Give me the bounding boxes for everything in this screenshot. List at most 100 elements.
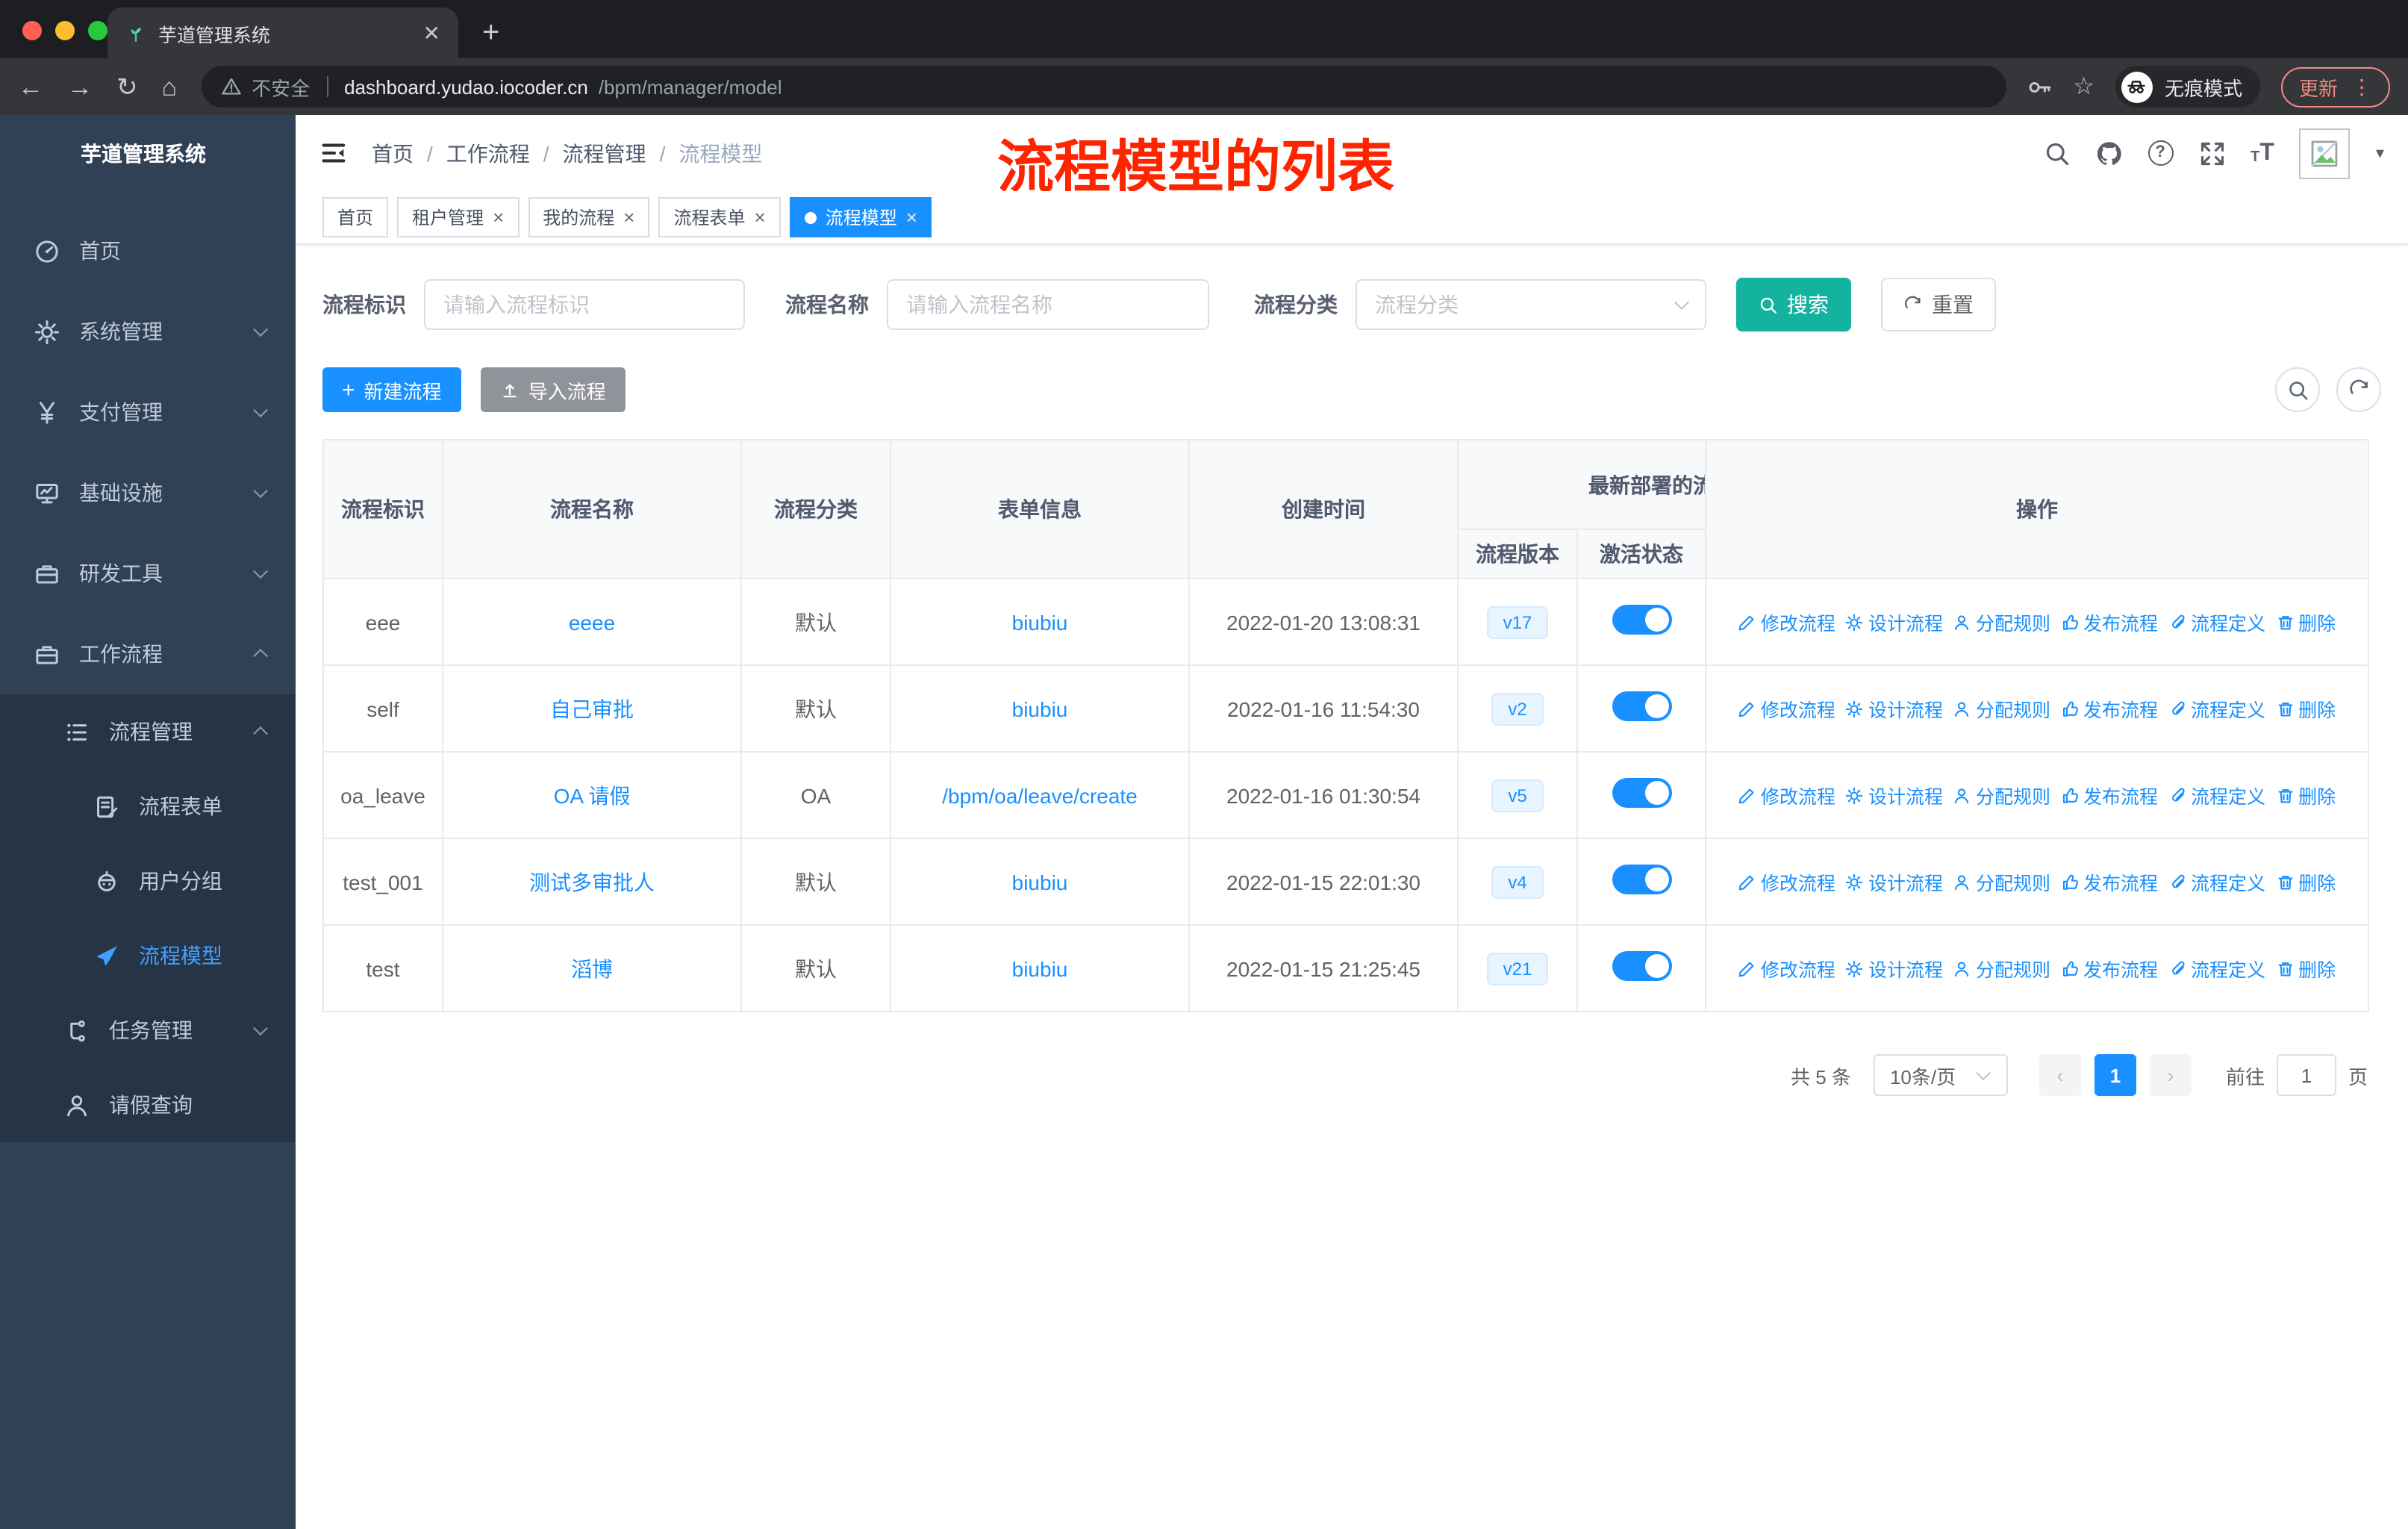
version-badge[interactable]: v17 bbox=[1486, 605, 1549, 638]
reload-icon[interactable]: ↻ bbox=[116, 74, 138, 99]
row-action-link[interactable]: 流程定义 bbox=[2168, 781, 2265, 809]
status-toggle[interactable] bbox=[1612, 778, 1671, 808]
row-action-link[interactable]: 设计流程 bbox=[1846, 954, 1943, 983]
import-process-button[interactable]: 导入流程 bbox=[480, 367, 626, 412]
close-window-button[interactable] bbox=[22, 21, 42, 40]
avatar-caret-icon[interactable]: ▾ bbox=[2376, 143, 2384, 163]
prev-page-button[interactable]: ‹ bbox=[2039, 1054, 2081, 1096]
breadcrumb-item[interactable]: 首页 bbox=[372, 138, 414, 168]
breadcrumb-item[interactable]: 工作流程 bbox=[446, 138, 530, 168]
row-action-link[interactable]: 设计流程 bbox=[1846, 868, 1943, 896]
process-name-link[interactable]: 滔博 bbox=[571, 956, 613, 980]
tag-close-icon[interactable]: × bbox=[493, 208, 504, 227]
browser-menu-icon[interactable]: ⋮ bbox=[2351, 74, 2372, 99]
password-key-icon[interactable] bbox=[2027, 74, 2052, 99]
row-action-link[interactable]: 分配规则 bbox=[1953, 954, 2050, 983]
row-action-link[interactable]: 流程定义 bbox=[2168, 608, 2265, 636]
breadcrumb-item[interactable]: 流程管理 bbox=[563, 138, 646, 168]
chrome-update-button[interactable]: 更新 ⋮ bbox=[2280, 66, 2390, 107]
reset-button[interactable]: 重置 bbox=[1881, 278, 1996, 331]
sidebar-item[interactable]: 工作流程 bbox=[0, 614, 296, 694]
forward-icon[interactable]: → bbox=[67, 74, 93, 99]
version-badge[interactable]: v5 bbox=[1491, 779, 1544, 812]
sidebar-item[interactable]: 请假查询 bbox=[0, 1068, 296, 1142]
tag-close-icon[interactable]: × bbox=[623, 208, 634, 227]
row-action-link[interactable]: 修改流程 bbox=[1738, 781, 1835, 809]
row-action-link[interactable]: 修改流程 bbox=[1738, 954, 1835, 983]
row-action-link[interactable]: 发布流程 bbox=[2061, 954, 2158, 983]
process-name-input[interactable] bbox=[887, 279, 1209, 330]
row-action-link[interactable]: 分配规则 bbox=[1953, 694, 2050, 723]
row-action-link[interactable]: 发布流程 bbox=[2061, 608, 2158, 636]
process-id-input[interactable] bbox=[424, 279, 745, 330]
row-action-link[interactable]: 发布流程 bbox=[2061, 694, 2158, 723]
row-action-link[interactable]: 修改流程 bbox=[1738, 608, 1835, 636]
goto-page-input[interactable] bbox=[2276, 1054, 2336, 1096]
breadcrumb-item[interactable]: 流程模型 bbox=[679, 138, 762, 168]
row-action-link[interactable]: 删除 bbox=[2276, 608, 2336, 636]
status-toggle[interactable] bbox=[1612, 691, 1671, 721]
row-action-link[interactable]: 设计流程 bbox=[1846, 608, 1943, 636]
row-action-link[interactable]: 发布流程 bbox=[2061, 868, 2158, 896]
sidebar-item[interactable]: 流程模型 bbox=[0, 918, 296, 993]
sidebar-item[interactable]: 系统管理 bbox=[0, 291, 296, 372]
status-toggle[interactable] bbox=[1612, 605, 1671, 635]
back-icon[interactable]: ← bbox=[18, 74, 43, 99]
sidebar-item[interactable]: 流程表单 bbox=[0, 769, 296, 844]
sidebar-item[interactable]: 研发工具 bbox=[0, 533, 296, 614]
row-action-link[interactable]: 设计流程 bbox=[1846, 781, 1943, 809]
row-action-link[interactable]: 修改流程 bbox=[1738, 868, 1835, 896]
row-action-link[interactable]: 分配规则 bbox=[1953, 781, 2050, 809]
form-info-link[interactable]: biubiu bbox=[1012, 956, 1068, 980]
form-info-link[interactable]: biubiu bbox=[1012, 870, 1068, 894]
form-info-link[interactable]: biubiu bbox=[1012, 697, 1068, 720]
sidebar-logo-row[interactable]: 芋道管理系统 bbox=[0, 118, 296, 190]
tag-item[interactable]: 我的流程 × bbox=[528, 197, 650, 237]
github-icon[interactable] bbox=[2095, 140, 2122, 166]
row-action-link[interactable]: 分配规则 bbox=[1953, 868, 2050, 896]
current-page-button[interactable]: 1 bbox=[2094, 1054, 2136, 1096]
search-icon[interactable] bbox=[2043, 140, 2070, 166]
sidebar-item[interactable]: 首页 bbox=[0, 211, 296, 291]
status-toggle[interactable] bbox=[1612, 951, 1671, 981]
sidebar-item[interactable]: 基础设施 bbox=[0, 452, 296, 533]
sidebar-item[interactable]: 支付管理 bbox=[0, 372, 296, 452]
home-icon[interactable]: ⌂ bbox=[162, 74, 178, 99]
toggle-search-button[interactable] bbox=[2275, 367, 2320, 412]
next-page-button[interactable]: › bbox=[2149, 1054, 2192, 1096]
page-size-select[interactable]: 10条/页 bbox=[1873, 1054, 2008, 1096]
row-action-link[interactable]: 修改流程 bbox=[1738, 694, 1835, 723]
help-icon[interactable]: ? bbox=[2147, 140, 2174, 166]
avatar[interactable] bbox=[2299, 128, 2351, 178]
tag-item[interactable]: 流程表单 × bbox=[658, 197, 781, 237]
fullscreen-icon[interactable] bbox=[2198, 140, 2225, 166]
tag-item[interactable]: 首页 bbox=[322, 197, 389, 237]
row-action-link[interactable]: 分配规则 bbox=[1953, 608, 2050, 636]
url-bar[interactable]: 不安全 dashboard.yudao.iocoder.cn/bpm/manag… bbox=[201, 66, 2006, 108]
row-action-link[interactable]: 发布流程 bbox=[2061, 781, 2158, 809]
row-action-link[interactable]: 设计流程 bbox=[1846, 694, 1943, 723]
zoom-window-button[interactable] bbox=[88, 21, 107, 40]
form-info-link[interactable]: /bpm/oa/leave/create bbox=[942, 783, 1138, 807]
row-action-link[interactable]: 流程定义 bbox=[2168, 694, 2265, 723]
font-size-icon[interactable]: TT bbox=[2251, 140, 2274, 165]
version-badge[interactable]: v2 bbox=[1491, 692, 1544, 725]
process-name-link[interactable]: OA 请假 bbox=[554, 783, 631, 807]
tag-item[interactable]: 租户管理 × bbox=[397, 197, 520, 237]
row-action-link[interactable]: 删除 bbox=[2276, 954, 2336, 983]
new-tab-button[interactable]: + bbox=[482, 18, 499, 48]
version-badge[interactable]: v4 bbox=[1491, 865, 1544, 898]
status-toggle[interactable] bbox=[1612, 865, 1671, 894]
row-action-link[interactable]: 删除 bbox=[2276, 868, 2336, 896]
sidebar-item[interactable]: 用户分组 bbox=[0, 844, 296, 918]
tag-close-icon[interactable]: × bbox=[755, 208, 766, 227]
minimize-window-button[interactable] bbox=[55, 21, 75, 40]
version-badge[interactable]: v21 bbox=[1486, 952, 1549, 985]
row-action-link[interactable]: 删除 bbox=[2276, 694, 2336, 723]
process-name-link[interactable]: 自己审批 bbox=[550, 697, 634, 720]
process-name-link[interactable]: 测试多审批人 bbox=[529, 870, 655, 894]
process-name-link[interactable]: eeee bbox=[569, 610, 615, 634]
search-button[interactable]: 搜索 bbox=[1736, 278, 1851, 331]
sidebar-item[interactable]: 流程管理 bbox=[0, 694, 296, 769]
tag-item[interactable]: 流程模型 × bbox=[789, 197, 932, 237]
